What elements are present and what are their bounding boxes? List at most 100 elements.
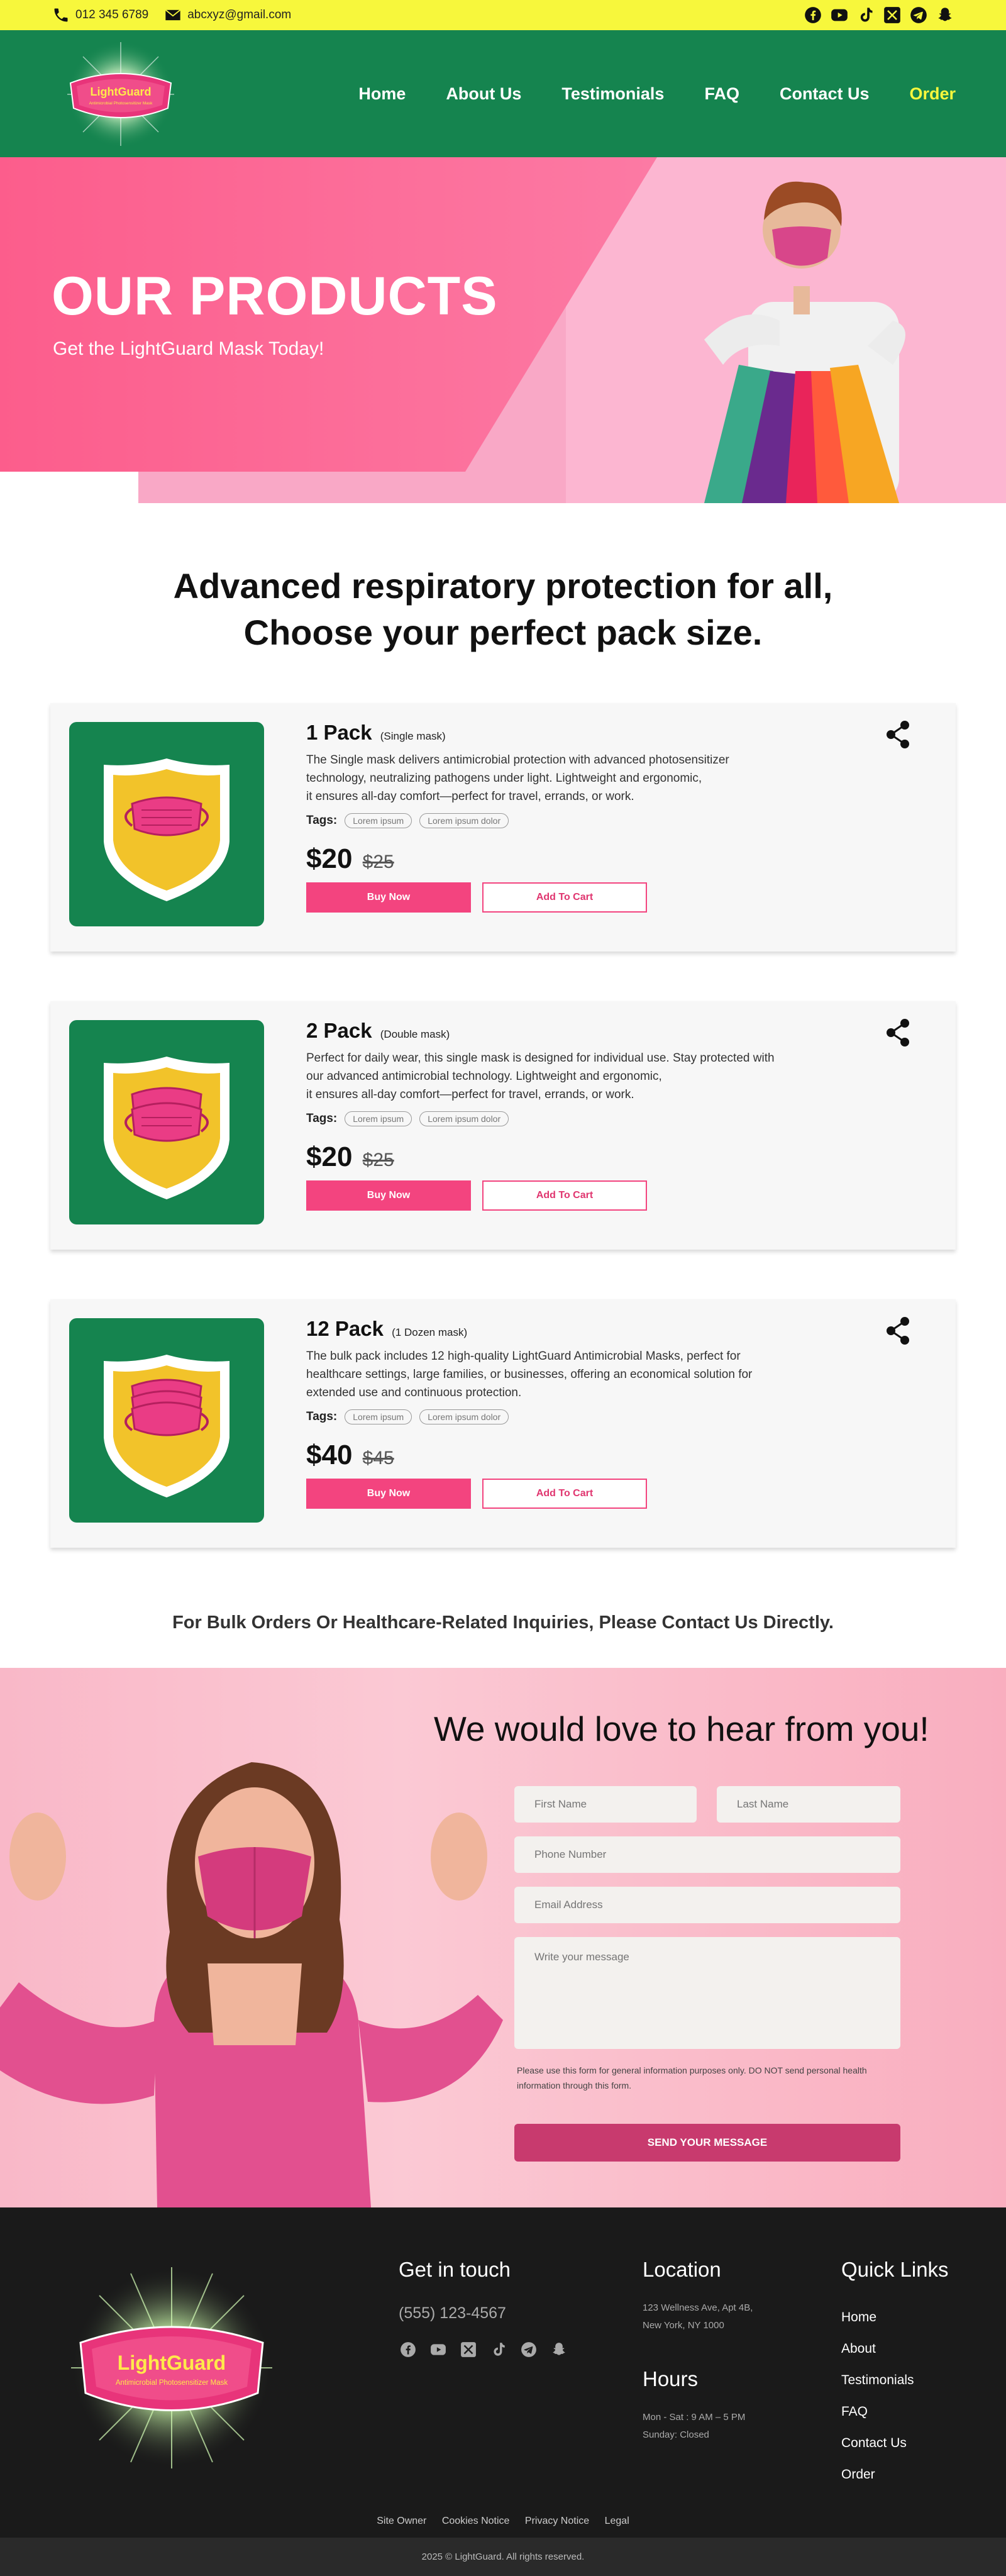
tag-chip[interactable]: Lorem ipsum dolor bbox=[419, 1409, 509, 1424]
product-tags: Tags: Lorem ipsum Lorem ipsum dolor bbox=[306, 813, 872, 828]
footer-link-faq[interactable]: FAQ bbox=[841, 2396, 949, 2428]
desc-line: healthcare settings, large families, or … bbox=[306, 1368, 753, 1381]
copyright-bar: 2025 © LightGuard. All rights reserved. bbox=[0, 2538, 1006, 2576]
share-icon[interactable] bbox=[884, 1017, 912, 1048]
hero-title: OUR PRODUCTS bbox=[52, 266, 498, 326]
hero-background bbox=[0, 157, 1006, 503]
email-text: abcxyz@gmail.com bbox=[187, 8, 292, 21]
send-message-button[interactable]: SEND YOUR MESSAGE bbox=[514, 2124, 900, 2162]
product-description: The bulk pack includes 12 high-quality L… bbox=[306, 1347, 872, 1402]
buy-now-button[interactable]: Buy Now bbox=[306, 1479, 471, 1509]
tags-label: Tags: bbox=[306, 1112, 338, 1125]
snapchat-icon[interactable] bbox=[936, 6, 954, 25]
headline-line-1: Advanced respiratory protection for all, bbox=[173, 566, 833, 606]
desc-line: The bulk pack includes 12 high-quality L… bbox=[306, 1350, 741, 1363]
hours-heading: Hours bbox=[643, 2367, 699, 2390]
location-heading: Location bbox=[643, 2258, 721, 2281]
share-icon[interactable] bbox=[884, 719, 912, 750]
desc-line: The Single mask delivers antimicrobial p… bbox=[306, 753, 729, 767]
footer-legal-links: Site Owner Cookies Notice Privacy Notice… bbox=[0, 2516, 1006, 2527]
add-to-cart-button[interactable]: Add To Cart bbox=[482, 1479, 647, 1509]
buy-now-button[interactable]: Buy Now bbox=[306, 882, 471, 913]
old-price: $45 bbox=[362, 1448, 394, 1468]
headline-line-2: Choose your perfect pack size. bbox=[243, 613, 763, 652]
form-disclaimer: Please use this form for general informa… bbox=[517, 2065, 867, 2090]
tag-chip[interactable]: Lorem ipsum bbox=[345, 1111, 412, 1126]
youtube-icon[interactable] bbox=[429, 2340, 448, 2359]
footer-link-order[interactable]: Order bbox=[841, 2459, 949, 2490]
tiktok-icon[interactable] bbox=[856, 6, 875, 25]
buy-now-button[interactable]: Buy Now bbox=[306, 1180, 471, 1211]
product-price: $20 $25 bbox=[306, 1141, 872, 1173]
desc-line: Perfect for daily wear, this single mask… bbox=[306, 1052, 775, 1065]
phone-contact[interactable]: 012 345 6789 bbox=[52, 6, 148, 25]
last-name-field[interactable] bbox=[717, 1786, 900, 1823]
old-price: $25 bbox=[362, 1150, 394, 1170]
footer-address: 123 Wellness Ave, Apt 4B, New York, NY 1… bbox=[643, 2299, 753, 2334]
nav-home[interactable]: Home bbox=[358, 84, 406, 104]
nav-contact-us[interactable]: Contact Us bbox=[780, 84, 870, 104]
nav-order[interactable]: Order bbox=[909, 84, 956, 104]
share-icon[interactable] bbox=[884, 1315, 912, 1346]
logo-wordmark: LightGuard bbox=[91, 86, 152, 98]
nav-testimonials[interactable]: Testimonials bbox=[561, 84, 664, 104]
email-address-field[interactable] bbox=[514, 1887, 900, 1923]
add-to-cart-button[interactable]: Add To Cart bbox=[482, 1180, 647, 1211]
footer-link-home[interactable]: Home bbox=[841, 2302, 949, 2333]
add-to-cart-button[interactable]: Add To Cart bbox=[482, 882, 647, 913]
tag-chip[interactable]: Lorem ipsum bbox=[345, 1409, 412, 1424]
tiktok-icon[interactable] bbox=[489, 2340, 508, 2359]
product-image bbox=[69, 1318, 264, 1523]
tag-chip[interactable]: Lorem ipsum dolor bbox=[419, 1111, 509, 1126]
footer-link-testimonials[interactable]: Testimonials bbox=[841, 2365, 949, 2396]
snapchat-icon[interactable] bbox=[550, 2340, 568, 2359]
current-price: $40 bbox=[306, 1440, 353, 1470]
youtube-icon[interactable] bbox=[830, 6, 849, 25]
social-links bbox=[804, 6, 954, 25]
facebook-icon[interactable] bbox=[804, 6, 822, 25]
footer-social-links bbox=[399, 2340, 568, 2359]
x-icon[interactable] bbox=[883, 6, 902, 25]
product-tags: Tags: Lorem ipsum Lorem ipsum dolor bbox=[306, 1111, 872, 1126]
product-description: Perfect for daily wear, this single mask… bbox=[306, 1049, 872, 1104]
product-price: $20 $25 bbox=[306, 843, 872, 875]
privacy-notice-link[interactable]: Privacy Notice bbox=[525, 2516, 589, 2526]
footer-link-contact-us[interactable]: Contact Us bbox=[841, 2428, 949, 2459]
footer-get-in-touch: Get in touch (555) 123-4567 bbox=[399, 2258, 568, 2359]
primary-nav: Home About Us Testimonials FAQ Contact U… bbox=[358, 30, 956, 157]
telegram-icon[interactable] bbox=[909, 6, 928, 25]
mask-icon bbox=[124, 1087, 209, 1142]
cookies-notice-link[interactable]: Cookies Notice bbox=[442, 2516, 510, 2526]
product-image bbox=[69, 1020, 264, 1224]
footer-link-about[interactable]: About bbox=[841, 2333, 949, 2365]
message-field[interactable] bbox=[514, 1937, 900, 2049]
phone-number-field[interactable] bbox=[514, 1836, 900, 1873]
desc-line: extended use and continuous protection. bbox=[306, 1386, 522, 1399]
contact-title: We would love to hear from you! bbox=[434, 1709, 929, 1748]
nav-about-us[interactable]: About Us bbox=[446, 84, 521, 104]
address-line-1: 123 Wellness Ave, Apt 4B, bbox=[643, 2302, 753, 2313]
tag-chip[interactable]: Lorem ipsum bbox=[345, 813, 412, 828]
nav-faq[interactable]: FAQ bbox=[704, 84, 739, 104]
email-icon bbox=[163, 6, 182, 25]
product-name: 2 Pack bbox=[306, 1019, 372, 1042]
legal-link[interactable]: Legal bbox=[605, 2516, 629, 2526]
tag-chip[interactable]: Lorem ipsum dolor bbox=[419, 813, 509, 828]
footer-phone[interactable]: (555) 123-4567 bbox=[399, 2304, 568, 2323]
product-qualifier: (1 Dozen mask) bbox=[392, 1326, 468, 1338]
email-contact[interactable]: abcxyz@gmail.com bbox=[163, 6, 291, 25]
telegram-icon[interactable] bbox=[519, 2340, 538, 2359]
product-qualifier: (Single mask) bbox=[380, 730, 446, 742]
mask-icon bbox=[124, 1379, 209, 1436]
footer-hours: Mon - Sat : 9 AM – 5 PM Sunday: Closed bbox=[643, 2409, 753, 2444]
site-footer: LightGuard Antimicrobial Photosensitizer… bbox=[0, 2207, 1006, 2538]
get-in-touch-heading: Get in touch bbox=[399, 2258, 511, 2281]
footer-logo[interactable]: LightGuard Antimicrobial Photosensitizer… bbox=[55, 2264, 288, 2472]
contact-section: We would love to hear from you! Please u… bbox=[0, 1668, 1006, 2207]
x-icon[interactable] bbox=[459, 2340, 478, 2359]
product-card-1-pack: 1 Pack (Single mask) The Single mask del… bbox=[50, 703, 956, 952]
brand-logo[interactable]: LightGuard Antimicrobial Photosensitizer… bbox=[52, 39, 190, 149]
facebook-icon[interactable] bbox=[399, 2340, 417, 2359]
first-name-field[interactable] bbox=[514, 1786, 697, 1823]
site-owner-link[interactable]: Site Owner bbox=[377, 2516, 426, 2526]
